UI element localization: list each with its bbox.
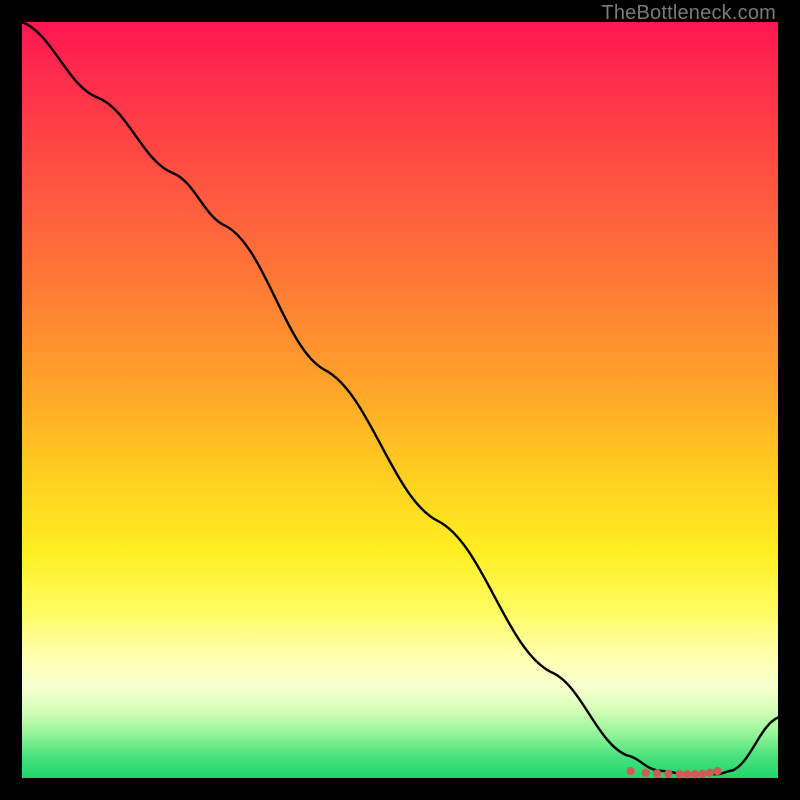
line-series	[22, 22, 778, 774]
marker-dot	[653, 769, 661, 777]
chart-svg	[22, 22, 778, 778]
marker-dot	[626, 767, 634, 775]
marker-dot	[691, 770, 699, 778]
marker-dot	[664, 770, 672, 778]
marker-dot	[706, 769, 714, 777]
marker-dot	[698, 770, 706, 778]
watermark-text: TheBottleneck.com	[601, 2, 776, 25]
chart-frame: TheBottleneck.com	[0, 0, 800, 800]
marker-dot	[683, 770, 691, 778]
marker-dot	[676, 770, 684, 778]
marker-dot	[642, 769, 650, 777]
marker-dot	[713, 767, 721, 775]
